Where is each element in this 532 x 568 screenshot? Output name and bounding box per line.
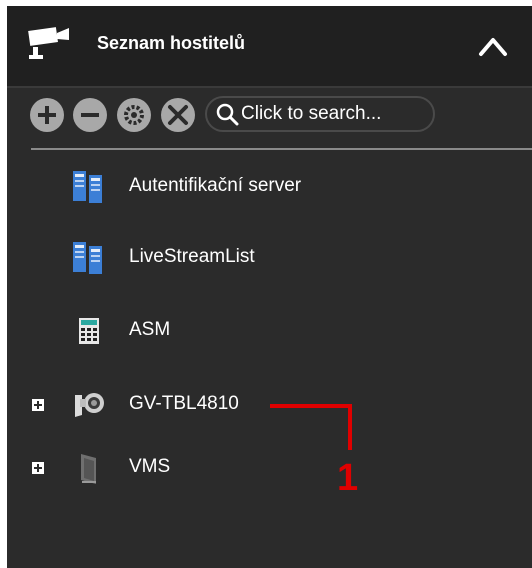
callout-label: 1 (337, 457, 359, 499)
vms-icon (81, 454, 96, 484)
search-input[interactable] (241, 101, 427, 127)
add-button[interactable] (30, 98, 64, 132)
remove-icon (81, 113, 99, 117)
tools-button[interactable] (161, 98, 195, 132)
remove-button[interactable] (73, 98, 107, 132)
panel-header: Seznam hostitelů (7, 6, 532, 86)
expand-icon[interactable] (32, 399, 44, 411)
add-icon (38, 106, 56, 124)
camera-icon (28, 27, 69, 59)
tree-item-label: GV-TBL4810 (129, 393, 239, 414)
settings-icon (124, 105, 144, 125)
tree-item-livestreamlist[interactable]: LiveStreamList (7, 236, 532, 280)
settings-button[interactable] (117, 98, 151, 132)
tree-item-vms[interactable]: VMS (7, 446, 532, 490)
tools-icon (168, 105, 188, 125)
tree-item-gv-tbl4810[interactable]: GV-TBL4810 (7, 383, 532, 427)
expand-icon[interactable] (32, 462, 44, 474)
header-divider (7, 86, 532, 88)
tree-item-label: ASM (129, 319, 171, 340)
chevron-up-icon[interactable] (473, 28, 513, 64)
toolbar-divider (31, 148, 532, 150)
calculator-icon (79, 318, 99, 344)
ip-camera-icon (75, 393, 104, 417)
tree-item-asm[interactable]: ASM (7, 309, 532, 353)
server-icon (73, 242, 102, 274)
server-icon (73, 171, 102, 203)
search-icon (216, 103, 239, 126)
toolbar (7, 90, 532, 148)
tree-item-label: Autentifikační server (129, 175, 302, 196)
tree-item-label: LiveStreamList (129, 246, 255, 267)
tree-item-auth-server[interactable]: Autentifikační server (7, 165, 532, 209)
search-box[interactable] (205, 96, 435, 132)
tree-item-label: VMS (129, 456, 171, 477)
panel-title: Seznam hostitelů (97, 33, 246, 53)
host-list-panel: Seznam hostitelů Click to search... Aute… (7, 6, 532, 568)
